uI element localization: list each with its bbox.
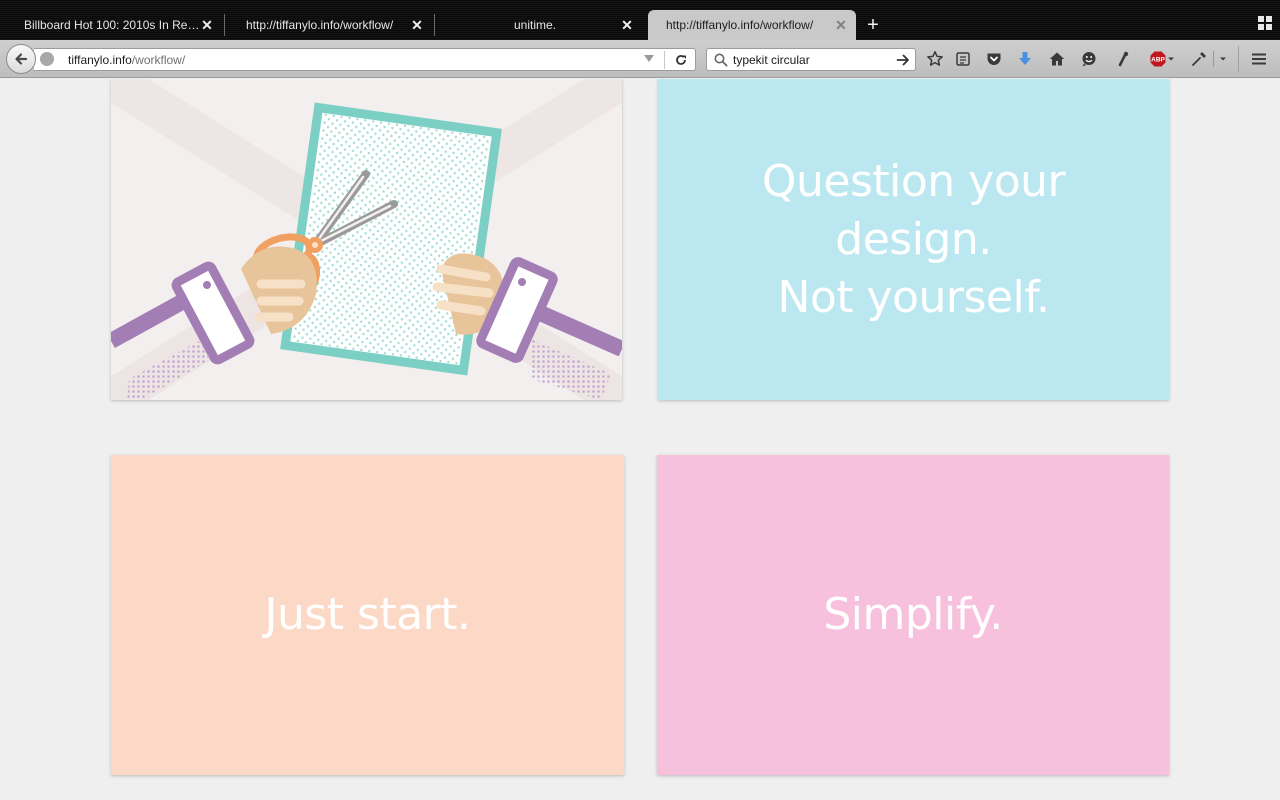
tab-close-icon[interactable]: ✕ — [200, 17, 214, 34]
toolbar-divider — [1212, 51, 1214, 67]
tab-close-icon[interactable]: ✕ — [834, 17, 848, 34]
url-path: /workflow/ — [131, 53, 186, 67]
quote-card-question-design: Question your design. Not yourself. — [658, 79, 1169, 400]
toolbar-divider — [1238, 46, 1239, 72]
chevron-down-icon — [1168, 57, 1174, 61]
search-go-icon[interactable] — [895, 52, 911, 68]
search-input[interactable]: typekit circular — [733, 53, 810, 67]
navigation-toolbar: tiffanylo.info/workflow/ typekit circula… — [0, 40, 1280, 78]
tab-title: unitime. — [513, 18, 557, 32]
quote-card-simplify: Simplify. — [657, 455, 1169, 775]
quote-text: Simplify. — [823, 586, 1003, 644]
back-button[interactable] — [6, 44, 36, 74]
tab-workflow-active[interactable]: http://tiffanylo.info/workflow/ ✕ — [648, 10, 856, 40]
smiley-icon[interactable] — [1080, 50, 1098, 68]
quote-line: Not yourself. — [777, 271, 1050, 323]
tab-close-icon[interactable]: ✕ — [410, 17, 424, 34]
tab-workflow[interactable]: http://tiffanylo.info/workflow/ ✕ — [236, 10, 430, 40]
tab-title: http://tiffanylo.info/workflow/ — [666, 18, 814, 32]
history-dropdown-icon[interactable] — [644, 55, 654, 62]
chevron-down-icon — [1219, 57, 1226, 61]
quote-line: design. — [835, 213, 992, 265]
tab-separator — [224, 14, 225, 36]
new-tab-button[interactable]: + — [864, 14, 882, 36]
tab-title: http://tiffanylo.info/workflow/ — [246, 18, 394, 32]
extension-icon[interactable] — [1114, 50, 1132, 68]
pocket-icon[interactable] — [985, 50, 1003, 68]
scissors-illustration — [111, 79, 622, 400]
eyedropper-icon[interactable] — [1188, 50, 1228, 68]
tab-groups-icon[interactable] — [1258, 16, 1272, 30]
back-arrow-icon — [15, 53, 28, 65]
reload-icon[interactable] — [672, 51, 690, 69]
home-icon[interactable] — [1048, 50, 1066, 68]
quote-text: Just start. — [264, 586, 472, 644]
tab-title: Billboard Hot 100: 2010s In Revi... — [24, 18, 200, 32]
reading-list-icon[interactable] — [954, 50, 972, 68]
adblock-icon[interactable]: ABP — [1148, 50, 1176, 68]
globe-icon — [40, 52, 54, 66]
quote-text: Question your design. Not yourself. — [761, 153, 1066, 327]
page-content: Question your design. Not yourself. Just… — [0, 79, 1280, 800]
url-host: tiffanylo.info — [68, 53, 132, 67]
adblock-label: ABP — [1151, 57, 1165, 64]
search-icon — [714, 53, 728, 67]
tab-billboard[interactable]: Billboard Hot 100: 2010s In Revi... ✕ — [14, 10, 220, 40]
search-bar[interactable]: typekit circular — [706, 48, 916, 71]
quote-line: Question your — [761, 155, 1066, 207]
download-icon[interactable] — [1016, 50, 1034, 68]
quote-line: Just start. — [264, 589, 472, 640]
tab-separator — [434, 14, 435, 36]
url-bar[interactable]: tiffanylo.info/workflow/ — [34, 48, 696, 71]
tab-close-icon[interactable]: ✕ — [620, 17, 634, 34]
star-icon[interactable] — [926, 50, 944, 68]
quote-card-just-start: Just start. — [111, 455, 624, 775]
url-separator — [664, 51, 665, 69]
tab-unitime[interactable]: unitime. ✕ — [440, 10, 640, 40]
menu-icon[interactable] — [1250, 50, 1268, 68]
url-text: tiffanylo.info/workflow/ — [68, 53, 185, 67]
tab-strip: Billboard Hot 100: 2010s In Revi... ✕ ht… — [0, 0, 1280, 40]
scissors-illustration-icon — [111, 79, 622, 400]
quote-line: Simplify. — [823, 589, 1003, 640]
